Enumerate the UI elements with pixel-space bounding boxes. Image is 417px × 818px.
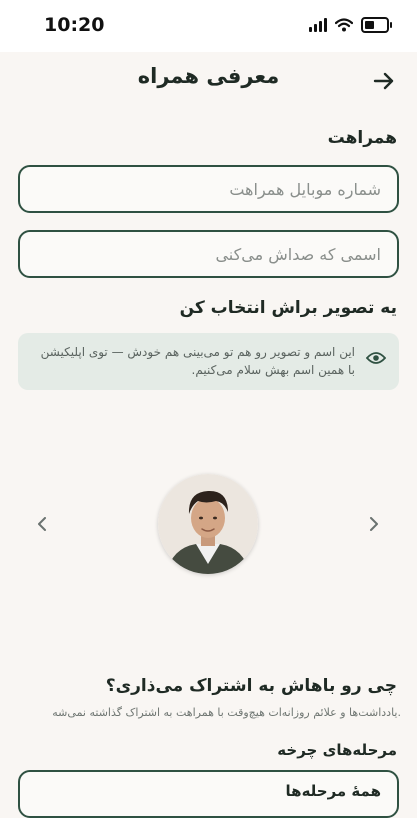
arrow-right-icon: [373, 72, 394, 90]
share-section-title: چی رو باهاش به اشتراک می‌ذاری؟: [105, 676, 397, 696]
wifi-icon: [335, 18, 353, 32]
avatar-section-title: یه تصویر براش انتخاب کن: [179, 298, 397, 318]
chevron-left-icon: [38, 517, 46, 531]
partner-section-label: همراهت: [327, 128, 397, 148]
chevron-right-icon: [370, 517, 378, 531]
status-time: 10:20: [44, 14, 105, 36]
phone-input[interactable]: [20, 167, 397, 211]
battery-icon: [361, 17, 392, 33]
status-bar: 10:20: [0, 0, 417, 52]
name-input[interactable]: [20, 232, 397, 276]
info-text: این اسم و تصویر رو هم تو می‌بینی هم خودش…: [40, 345, 355, 377]
eye-icon: [366, 352, 386, 364]
avatar-portrait: [158, 474, 258, 574]
share-section-subtitle: یادداشت‌ها و علائم روزانه‌ات هیچ‌وقت با …: [52, 706, 401, 719]
avatar[interactable]: [158, 474, 258, 574]
header: معرفی همراه: [0, 52, 417, 108]
avatar-picker: [0, 470, 417, 580]
info-box: این اسم و تصویر رو هم تو می‌بینی هم خودش…: [18, 333, 399, 390]
status-icons: [309, 17, 392, 33]
back-button[interactable]: [369, 66, 399, 96]
signal-icon: [309, 18, 327, 32]
page-title: معرفی همراه: [137, 64, 280, 88]
next-avatar-button[interactable]: [364, 512, 384, 536]
cycle-phases-value: همهٔ مرحله‌ها: [285, 782, 381, 800]
name-field-container: [18, 230, 399, 278]
cycle-phases-label: مرحله‌های چرخه: [277, 741, 397, 759]
cycle-phases-select[interactable]: همهٔ مرحله‌ها: [18, 770, 399, 818]
previous-avatar-button[interactable]: [32, 512, 52, 536]
phone-field-container: [18, 165, 399, 213]
